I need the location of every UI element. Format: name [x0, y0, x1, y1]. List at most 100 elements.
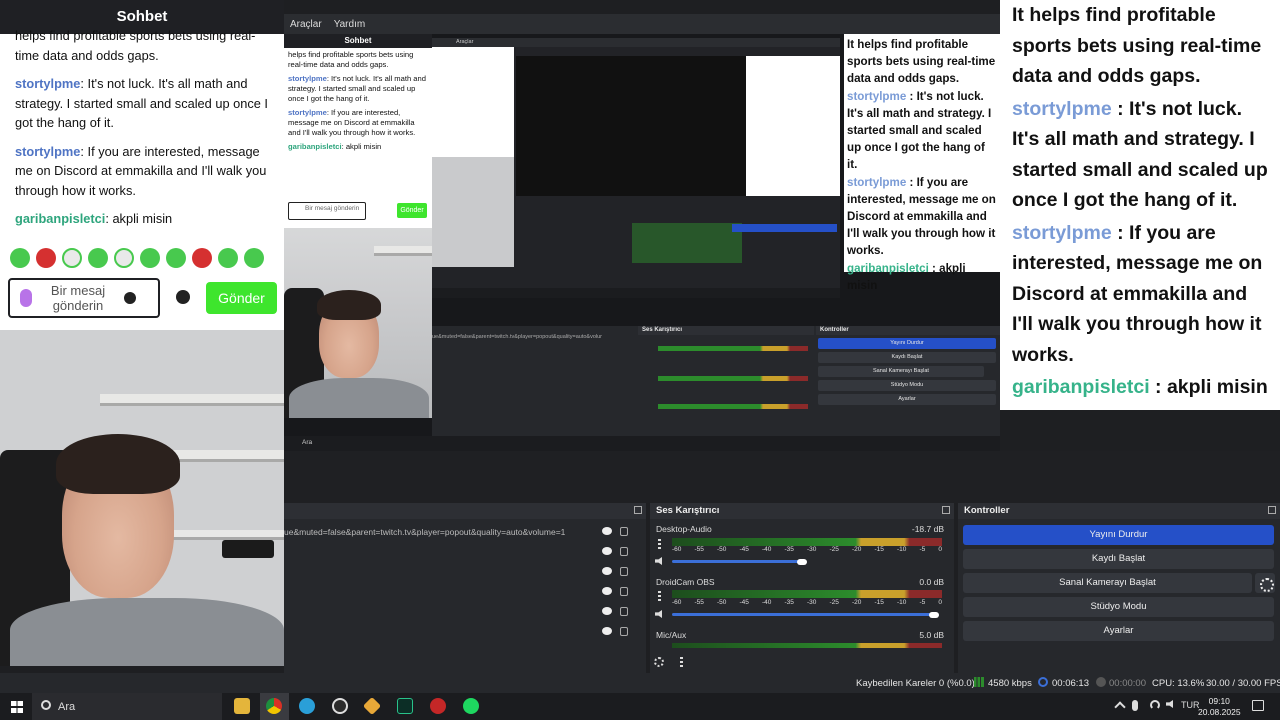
gear-icon[interactable] — [1255, 573, 1275, 593]
obs-icon[interactable] — [332, 698, 348, 714]
channel-db: -18.7 dB — [911, 524, 944, 534]
chat-input[interactable]: Bir mesaj gönderin — [8, 278, 160, 318]
lock-icon[interactable] — [620, 567, 628, 576]
meter-scale: -60 -55 -50 -45 -40 -35 -30 -25 -20 -15 -10 -5 0 — [672, 599, 942, 606]
audio-mixer-dock: Ses Karıştırıcı Desktop-Audio -18.7 dB -… — [650, 503, 954, 673]
file-explorer-icon[interactable] — [234, 698, 250, 714]
stream-icon — [1038, 677, 1048, 687]
studio-mode-button[interactable]: Stüdyo Modu — [963, 597, 1274, 617]
channel-menu-icon[interactable] — [658, 539, 661, 550]
emote-icon[interactable] — [62, 248, 82, 268]
app-icon[interactable] — [362, 696, 382, 716]
chrome-icon[interactable] — [266, 698, 282, 714]
meter-scale: -60 -55 -50 -45 -40 -35 -30 -25 -20 -15 -10 -5 0 — [672, 546, 942, 553]
cpu-usage: CPU: 13.6% — [1152, 678, 1205, 689]
chat-message: stortylpme: If you are interested, messa… — [15, 142, 270, 201]
popout-icon[interactable] — [942, 506, 950, 514]
overlay-gap — [1000, 410, 1280, 451]
source-url[interactable]: ue&muted=false&parent=twitch.tv&player=p… — [284, 527, 584, 537]
eye-icon[interactable] — [602, 587, 612, 595]
speaker-icon[interactable] — [655, 610, 662, 618]
popout-icon[interactable] — [1268, 506, 1276, 514]
lock-icon[interactable] — [620, 547, 628, 556]
opera-icon[interactable] — [430, 698, 446, 714]
chat-username[interactable]: stortylpme — [15, 76, 80, 91]
emoji-icon[interactable] — [124, 292, 136, 304]
chat-username[interactable]: garibanpisletci — [15, 211, 105, 226]
speaker-icon[interactable] — [655, 557, 662, 565]
language-indicator[interactable]: TUR — [1181, 700, 1200, 710]
lock-icon[interactable] — [620, 627, 628, 636]
windows-start-icon[interactable] — [11, 701, 23, 713]
chat-input-placeholder: Bir mesaj gönderin — [50, 283, 106, 313]
menu-bar: Araçlar Yardım — [284, 14, 1000, 34]
stop-stream-button[interactable]: Yayını Durdur — [963, 525, 1274, 545]
chat-panel: Sohbet helps find profitable sports bets… — [0, 0, 284, 330]
microphone-icon[interactable] — [1132, 700, 1138, 711]
nested-taskbar: Ara — [284, 436, 1000, 451]
volume-slider[interactable] — [672, 560, 802, 563]
advanced-audio-icon[interactable] — [654, 657, 664, 667]
volume-slider-handle[interactable] — [797, 559, 807, 565]
fps: 30.00 / 30.00 FPS — [1206, 678, 1280, 689]
channel-name: DroidCam OBS — [656, 577, 715, 587]
spotify-icon[interactable] — [463, 698, 479, 714]
chat-message: garibanpisletci: akpli misin — [15, 209, 270, 229]
volume-slider-handle[interactable] — [929, 612, 939, 618]
start-record-button[interactable]: Kaydı Başlat — [963, 549, 1274, 569]
menu-tools[interactable]: Araçlar — [290, 19, 322, 30]
wifi-icon[interactable] — [1150, 700, 1160, 710]
lock-icon[interactable] — [620, 607, 628, 616]
telegram-icon[interactable] — [299, 698, 315, 714]
notification-icon[interactable] — [1252, 700, 1264, 711]
nested-send-button: Gönder — [397, 203, 427, 218]
taskbar-search[interactable]: Ara — [32, 693, 222, 720]
send-button[interactable]: Gönder — [206, 282, 277, 314]
popout-icon[interactable] — [634, 506, 642, 514]
volume-slider[interactable] — [672, 613, 934, 616]
audition-icon[interactable] — [397, 698, 413, 714]
chat-username[interactable]: stortylpme — [15, 144, 80, 159]
chat-username: stortylpme — [1012, 221, 1112, 244]
emote-icon[interactable] — [36, 248, 56, 268]
search-icon — [41, 700, 51, 710]
speaker-icon[interactable] — [1166, 700, 1173, 708]
emote-icon[interactable] — [218, 248, 238, 268]
chat-username: stortylpme — [1012, 97, 1112, 120]
emote-icon[interactable] — [10, 248, 30, 268]
taskbar: Ara TUR 09:10 20.08.2025 — [0, 693, 1280, 720]
mixer-menu-icon[interactable] — [680, 657, 683, 668]
obs-scene-area — [284, 451, 1280, 503]
bitrate: 4580 kbps — [988, 678, 1032, 689]
settings-button[interactable]: Ayarlar — [963, 621, 1274, 641]
emote-icon[interactable] — [88, 248, 108, 268]
gear-icon[interactable] — [176, 290, 190, 304]
lock-icon[interactable] — [620, 527, 628, 536]
eye-icon[interactable] — [602, 627, 612, 635]
menu-help[interactable]: Yardım — [334, 19, 366, 30]
eye-icon[interactable] — [602, 547, 612, 555]
chat-messages[interactable]: helps find profitable sports bets using … — [0, 26, 284, 229]
microphone-icon[interactable] — [20, 289, 32, 307]
chat-message: stortylpme: It's not luck. It's all math… — [15, 74, 270, 133]
emote-icon[interactable] — [192, 248, 212, 268]
clock[interactable]: 09:10 20.08.2025 — [1198, 696, 1241, 718]
channel-menu-icon[interactable] — [658, 591, 661, 602]
sources-dock-title — [284, 503, 646, 519]
audio-mixer-title: Ses Karıştırıcı — [650, 503, 954, 519]
tray-chevron-icon[interactable] — [1114, 701, 1126, 713]
emote-bar — [10, 248, 264, 268]
channel-db: 0.0 dB — [919, 577, 944, 587]
start-virtual-camera-button[interactable]: Sanal Kamerayı Başlat — [963, 573, 1252, 593]
hidden-eye-icon[interactable] — [602, 527, 612, 535]
controls-title: Kontroller — [958, 503, 1280, 519]
emote-icon[interactable] — [166, 248, 186, 268]
hidden-eye-icon[interactable] — [602, 607, 612, 615]
lock-icon[interactable] — [620, 587, 628, 596]
overlay-chat-message: stortylpme : It's not luck. It's all mat… — [1012, 94, 1270, 216]
emote-icon[interactable] — [244, 248, 264, 268]
eye-icon[interactable] — [602, 567, 612, 575]
emote-icon[interactable] — [114, 248, 134, 268]
signal-icon — [974, 677, 984, 687]
emote-icon[interactable] — [140, 248, 160, 268]
